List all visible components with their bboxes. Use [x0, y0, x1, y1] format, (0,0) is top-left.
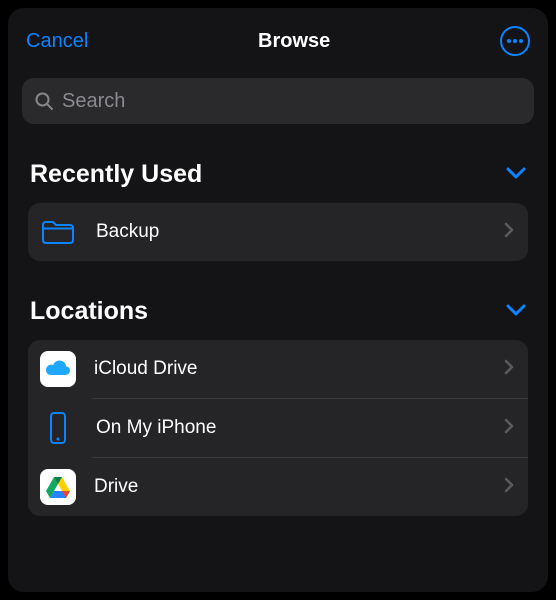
chevron-down-icon [506, 167, 526, 179]
section-title-locations: Locations [30, 297, 148, 326]
folder-icon [38, 212, 78, 252]
list-item-on-my-iphone[interactable]: On My iPhone [28, 399, 528, 457]
recently-used-section: Recently Used Backup [22, 160, 534, 261]
google-drive-icon [40, 469, 76, 505]
search-icon [34, 91, 54, 111]
list-item-label: Drive [94, 476, 504, 498]
list-item-label: Backup [96, 221, 504, 243]
recent-list: Backup [28, 203, 528, 261]
list-item-label: iCloud Drive [94, 358, 504, 380]
search-bar[interactable] [22, 78, 534, 124]
chevron-down-icon [506, 304, 526, 316]
page-title: Browse [258, 30, 330, 53]
search-input[interactable] [62, 90, 522, 113]
iphone-icon [38, 408, 78, 448]
list-item-drive[interactable]: Drive [28, 458, 528, 516]
locations-list: iCloud Drive On My iPhone [28, 340, 528, 516]
collapse-recent-button[interactable] [506, 166, 526, 184]
cancel-button[interactable]: Cancel [26, 30, 88, 53]
chevron-right-icon [504, 222, 514, 243]
ellipsis-icon [506, 38, 524, 44]
list-item-backup[interactable]: Backup [28, 203, 528, 261]
chevron-right-icon [504, 418, 514, 439]
locations-section: Locations iCloud Drive [22, 297, 534, 516]
collapse-locations-button[interactable] [506, 303, 526, 321]
icloud-icon [40, 351, 76, 387]
section-title-recent: Recently Used [30, 160, 202, 189]
chevron-right-icon [504, 477, 514, 498]
more-options-button[interactable] [500, 26, 530, 56]
chevron-right-icon [504, 359, 514, 380]
navbar: Cancel Browse [22, 18, 534, 64]
list-item-label: On My iPhone [96, 417, 504, 439]
list-item-icloud-drive[interactable]: iCloud Drive [28, 340, 528, 398]
